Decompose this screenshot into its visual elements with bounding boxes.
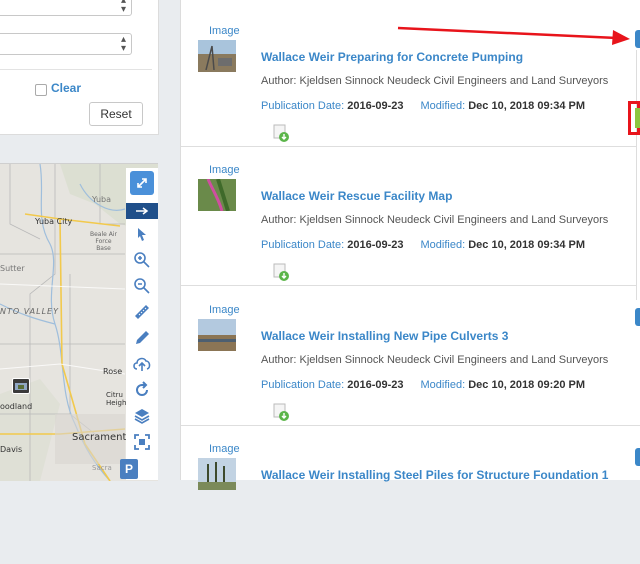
result-dates: Publication Date: 2016-09-23 Modified: De… — [261, 239, 585, 251]
clear-checkbox[interactable] — [35, 84, 47, 96]
publication-date-value: 2016-09-23 — [347, 239, 404, 251]
result-type: Image — [209, 164, 240, 176]
select-arrows-icon: ▴ ▾ — [120, 0, 126, 15]
clear-link[interactable]: Clear — [51, 81, 81, 95]
right-edge-panel — [625, 0, 640, 480]
result-type: Image — [209, 304, 240, 316]
result-title-link[interactable]: Wallace Weir Preparing for Concrete Pump… — [261, 50, 523, 64]
result-dates: Publication Date: 2016-09-23 Modified: De… — [261, 100, 585, 112]
map-label-sacra: Sacra — [92, 464, 112, 472]
result-title-link[interactable]: Wallace Weir Installing New Pipe Culvert… — [261, 329, 508, 343]
zoom-out-icon[interactable] — [130, 274, 154, 298]
filter-panel: ▴ ▾ ▴ ▾ Clear Reset — [0, 0, 159, 135]
result-card: Image Wallace Weir Installing Steel Pile… — [181, 426, 640, 564]
result-type: Image — [209, 443, 240, 455]
map-toolbar: P — [120, 168, 158, 480]
publication-date-label: Publication Date: — [261, 379, 345, 391]
result-thumbnail[interactable] — [198, 458, 236, 490]
map-label-yuba: Yuba — [92, 195, 112, 204]
result-thumbnail[interactable] — [198, 179, 236, 211]
modified-value: Dec 10, 2018 09:20 PM — [468, 379, 586, 391]
expand-icon[interactable] — [130, 171, 154, 195]
filter-divider — [0, 69, 152, 70]
edge-button[interactable] — [635, 448, 640, 466]
photo-marker-icon[interactable] — [12, 378, 30, 394]
result-thumbnail[interactable] — [198, 40, 236, 72]
map-label-sacramento: Sacramento — [72, 432, 133, 443]
edge-panel — [636, 50, 640, 300]
map-label-sutter: Sutter — [0, 264, 25, 273]
fullscreen-icon[interactable] — [130, 430, 154, 454]
modified-label: Modified: — [420, 100, 466, 112]
download-icon[interactable] — [273, 263, 289, 281]
result-thumbnail[interactable] — [198, 319, 236, 351]
download-icon[interactable] — [273, 403, 289, 421]
map-label-yuba-city: Yuba City — [35, 217, 73, 226]
result-author: Author: Kjeldsen Sinnock Neudeck Civil E… — [261, 354, 609, 366]
red-arrow-annotation — [397, 26, 630, 45]
publication-date-value: 2016-09-23 — [347, 100, 404, 112]
map-label-rose: Rose — [103, 367, 123, 376]
edge-button[interactable] — [635, 30, 640, 48]
ruler-icon[interactable] — [130, 300, 154, 324]
map-label-valley: NTO VALLEY — [0, 307, 59, 316]
result-title-link[interactable]: Wallace Weir Rescue Facility Map — [261, 189, 452, 203]
result-author: Author: Kjeldsen Sinnock Neudeck Civil E… — [261, 75, 609, 87]
zoom-in-icon[interactable] — [130, 248, 154, 272]
map-label-citrus: Citru Heigh — [106, 391, 127, 407]
result-dates: Publication Date: 2016-09-23 Modified: De… — [261, 379, 585, 391]
map-label-beale: Beale Air Force Base — [90, 231, 117, 252]
select-arrows-icon: ▴ ▾ — [120, 34, 126, 54]
map-label-woodland: oodland — [0, 402, 33, 411]
pointer-icon[interactable] — [130, 222, 154, 246]
modified-label: Modified: — [420, 379, 466, 391]
publication-date-label: Publication Date: — [261, 239, 345, 251]
filter-select-2[interactable]: ▴ ▾ — [0, 33, 132, 55]
map-label-davis: Davis — [0, 445, 23, 454]
modified-value: Dec 10, 2018 09:34 PM — [468, 100, 586, 112]
result-author: Author: Kjeldsen Sinnock Neudeck Civil E… — [261, 214, 609, 226]
arrow-right-icon[interactable] — [126, 203, 158, 219]
modified-label: Modified: — [420, 239, 466, 251]
publication-date-label: Publication Date: — [261, 100, 345, 112]
publication-date-value: 2016-09-23 — [347, 379, 404, 391]
highlight-box — [628, 101, 640, 135]
result-card: Image Wallace Weir Installing New Pipe C… — [181, 287, 640, 426]
pencil-icon[interactable] — [130, 326, 154, 350]
modified-value: Dec 10, 2018 09:34 PM — [468, 239, 586, 251]
download-icon[interactable] — [273, 124, 289, 142]
layers-icon[interactable] — [130, 404, 154, 428]
filter-select-1[interactable]: ▴ ▾ — [0, 0, 132, 16]
results-list: Image Wallace Weir Preparing for Concret… — [180, 0, 640, 490]
edge-button[interactable] — [635, 308, 640, 326]
reset-button[interactable]: Reset — [89, 102, 143, 126]
cloud-upload-icon[interactable] — [130, 352, 154, 376]
result-card: Image Wallace Weir Rescue Facility Map A… — [181, 147, 640, 286]
result-type: Image — [209, 25, 240, 37]
refresh-icon[interactable] — [130, 378, 154, 402]
parking-icon[interactable]: P — [120, 459, 138, 479]
highlight-fill — [635, 108, 640, 128]
